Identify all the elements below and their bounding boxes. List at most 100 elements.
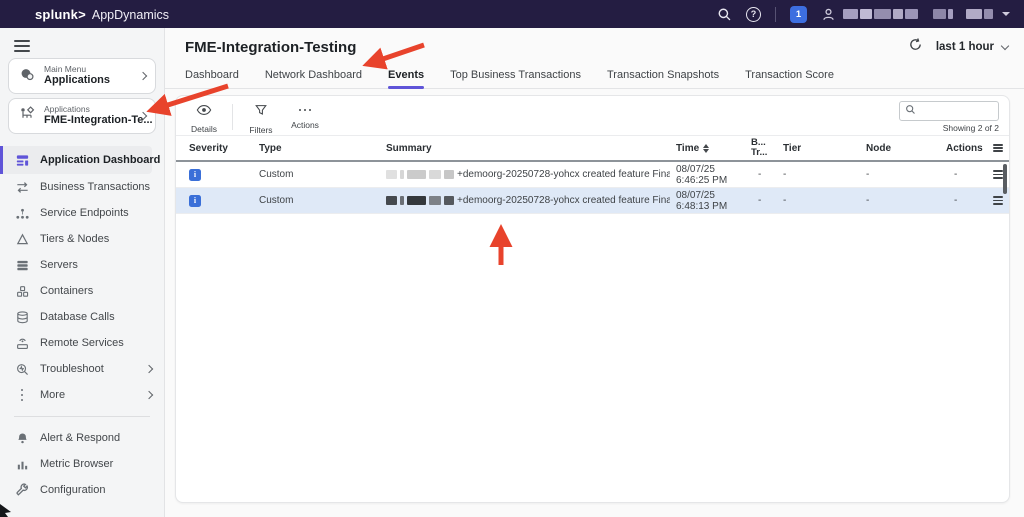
redacted-text — [444, 196, 454, 205]
dashboard-icon — [14, 153, 30, 168]
hamburger-menu-icon[interactable] — [14, 40, 30, 52]
help-icon[interactable] — [746, 7, 761, 22]
page-title: FME-Integration-Testing — [185, 39, 356, 56]
more-icon — [14, 389, 30, 402]
column-settings-icon[interactable] — [993, 144, 1003, 152]
refresh-icon[interactable] — [908, 37, 923, 57]
table-row[interactable]: Custom +demoorg-20250728-yohcx created f… — [176, 188, 1009, 214]
bell-icon — [14, 431, 30, 446]
row-menu-icon[interactable] — [993, 196, 1003, 204]
row-time: 08/07/25 6:46:25 PM — [676, 164, 751, 186]
row-menu-icon[interactable] — [993, 170, 1003, 178]
actions-label: Actions — [291, 120, 319, 130]
main-menu-eyebrow: Main Menu — [44, 64, 110, 75]
sidebar-item-label: Containers — [40, 285, 93, 297]
row-bt: - — [751, 195, 776, 206]
row-actions: - — [946, 195, 986, 206]
redacted-text — [429, 170, 441, 179]
table-search[interactable] — [899, 101, 999, 121]
sidebar-item-label: Tiers & Nodes — [40, 233, 109, 245]
col-time-label: Time — [676, 143, 699, 154]
chevron-right-icon — [145, 391, 153, 399]
redacted-text — [400, 170, 404, 179]
col-type[interactable]: Type — [259, 143, 386, 154]
sidebar-item-business-transactions[interactable]: Business Transactions — [0, 174, 164, 200]
main-menu-card[interactable]: Main Menu Applications — [8, 58, 156, 94]
search-input[interactable] — [920, 106, 993, 117]
sidebar-item-label: Business Transactions — [40, 181, 150, 193]
tab-top-business-transactions[interactable]: Top Business Transactions — [450, 62, 581, 88]
redacted-text — [429, 196, 441, 205]
app-card-label: FME-Integration-Te... — [44, 114, 132, 128]
row-type: Custom — [259, 169, 386, 180]
tab-network-dashboard[interactable]: Network Dashboard — [265, 62, 362, 88]
sidebar-item-configuration[interactable]: Configuration — [0, 477, 164, 503]
col-time[interactable]: Time — [676, 143, 751, 154]
sidebar-item-containers[interactable]: Containers — [0, 278, 164, 304]
col-summary[interactable]: Summary — [386, 143, 676, 154]
row-time: 08/07/25 6:48:13 PM — [676, 190, 751, 212]
events-toolbar: Details Filters Actions — [176, 96, 1009, 136]
row-summary: +demoorg-20250728-yohcx created feature … — [386, 169, 676, 180]
col-node[interactable]: Node — [866, 143, 946, 154]
table-scrollbar[interactable] — [1003, 164, 1007, 194]
tiers-nodes-icon — [14, 232, 30, 247]
col-bt-line2: Tr... — [751, 148, 776, 158]
tab-label: Dashboard — [185, 69, 239, 81]
eye-icon — [196, 103, 212, 121]
sidebar: Main Menu Applications Applications FME-… — [0, 28, 165, 517]
sidebar-item-troubleshoot[interactable]: Troubleshoot — [0, 356, 164, 382]
database-icon — [14, 310, 30, 325]
table-row[interactable]: Custom +demoorg-20250728-yohcx created f… — [176, 162, 1009, 188]
filters-button[interactable]: Filters — [239, 101, 283, 135]
brand-appdynamics: AppDynamics — [92, 8, 169, 22]
containers-icon — [14, 284, 30, 299]
sidebar-item-remote-services[interactable]: Remote Services — [0, 330, 164, 356]
chevron-down-icon — [1001, 41, 1009, 49]
col-severity[interactable]: Severity — [176, 143, 259, 154]
details-button[interactable]: Details — [182, 101, 226, 134]
filter-icon — [254, 103, 268, 122]
col-tier[interactable]: Tier — [776, 143, 866, 154]
application-switcher-card[interactable]: Applications FME-Integration-Te... — [8, 98, 156, 134]
info-severity-icon[interactable] — [189, 195, 201, 207]
tab-transaction-score[interactable]: Transaction Score — [745, 62, 834, 88]
actions-button[interactable]: Actions — [283, 101, 327, 130]
search-icon[interactable] — [717, 7, 732, 22]
tab-events[interactable]: Events — [388, 62, 424, 88]
redacted-role — [966, 9, 993, 19]
col-business-transaction[interactable]: B... Tr... — [751, 138, 776, 159]
user-menu[interactable] — [821, 7, 1010, 22]
tab-label: Top Business Transactions — [450, 69, 581, 81]
col-actions[interactable]: Actions — [946, 143, 986, 154]
summary-text: +demoorg-20250728-yohcx created feature … — [457, 169, 670, 180]
info-severity-icon[interactable] — [189, 169, 201, 181]
sidebar-item-application-dashboard[interactable]: Application Dashboard — [0, 146, 152, 174]
sidebar-nav: Application Dashboard Business Transacti… — [0, 146, 164, 503]
remote-services-icon — [14, 336, 30, 351]
sidebar-item-more[interactable]: More — [0, 382, 164, 408]
redacted-text — [386, 196, 397, 205]
sidebar-item-service-endpoints[interactable]: Service Endpoints — [0, 200, 164, 226]
notification-badge[interactable]: 1 — [790, 6, 807, 23]
tab-label: Events — [388, 69, 424, 81]
sidebar-item-tiers-nodes[interactable]: Tiers & Nodes — [0, 226, 164, 252]
main-content: FME-Integration-Testing last 1 hour Dash… — [165, 28, 1024, 517]
sidebar-item-servers[interactable]: Servers — [0, 252, 164, 278]
main-menu-label: Applications — [44, 74, 110, 88]
table-header: Severity Type Summary Time B... Tr... Ti… — [176, 136, 1009, 162]
topbar: splunk> AppDynamics 1 — [0, 0, 1024, 28]
tab-dashboard[interactable]: Dashboard — [185, 62, 239, 88]
showing-count: Showing 2 of 2 — [943, 123, 999, 133]
redacted-text — [407, 170, 426, 179]
sidebar-item-label: Servers — [40, 259, 78, 271]
row-bt: - — [751, 169, 776, 180]
main-menu-icon — [18, 65, 36, 88]
tab-transaction-snapshots[interactable]: Transaction Snapshots — [607, 62, 719, 88]
sidebar-item-database-calls[interactable]: Database Calls — [0, 304, 164, 330]
sidebar-item-metric-browser[interactable]: Metric Browser — [0, 451, 164, 477]
row-tier: - — [776, 169, 866, 180]
sidebar-item-alert-respond[interactable]: Alert & Respond — [0, 425, 164, 451]
time-range-selector[interactable]: last 1 hour — [936, 41, 1008, 53]
time-range-label: last 1 hour — [936, 41, 994, 53]
